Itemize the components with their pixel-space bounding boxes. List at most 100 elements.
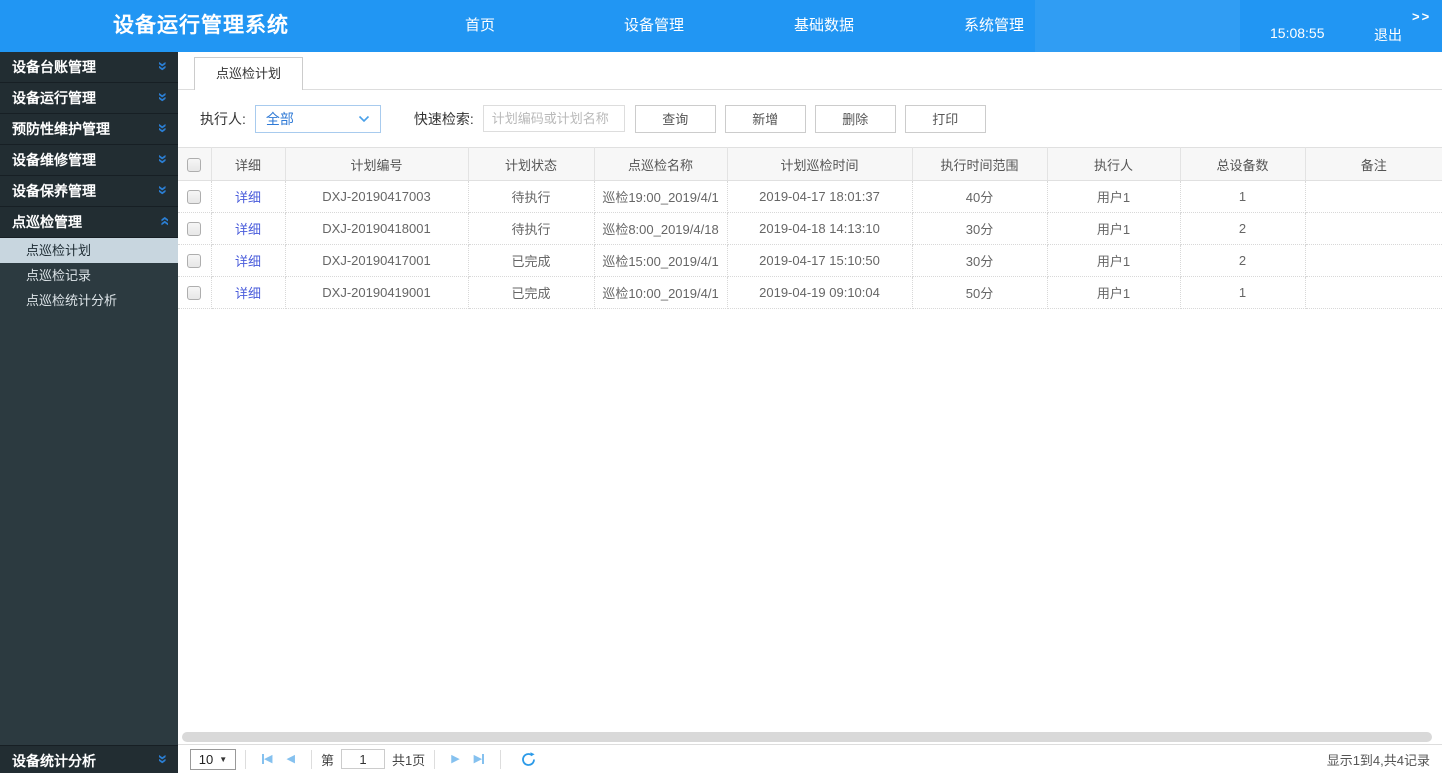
sidebar-item-inspection-plan[interactable]: 点巡检计划: [0, 238, 178, 263]
caret-down-icon: ▼: [219, 754, 228, 764]
table-empty-area: [178, 309, 1442, 730]
chevron-double-down-icon: »: [153, 92, 173, 102]
last-page-button[interactable]: ▶: [474, 753, 485, 765]
sidebar-group-label: 点巡检管理: [12, 214, 82, 230]
horizontal-scrollbar: [178, 730, 1442, 744]
nav-item-home[interactable]: 首页: [465, 0, 495, 52]
next-page-button[interactable]: ▶: [451, 753, 459, 765]
sidebar-group-label: 设备运行管理: [12, 90, 96, 106]
chevron-double-down-icon: »: [153, 154, 173, 164]
sidebar: 设备台账管理 » 设备运行管理 » 预防性维护管理 » 设备维修管理 » 设备保…: [0, 52, 178, 773]
row-checkbox[interactable]: [187, 286, 202, 301]
cell-name: 巡检15:00_2019/4/1: [594, 244, 728, 277]
executor-select-value: 全部: [265, 110, 294, 127]
sidebar-group-label: 设备统计分析: [12, 753, 96, 769]
col-header-range: 执行时间范围: [912, 147, 1048, 181]
sidebar-filler: [0, 313, 178, 745]
cell-plan-no: DXJ-20190419001: [285, 276, 469, 309]
cell-remark: [1305, 212, 1442, 245]
refresh-button[interactable]: [521, 751, 536, 767]
chevron-double-down-icon: »: [153, 123, 173, 133]
sidebar-group-statistics[interactable]: 设备统计分析 »: [0, 745, 178, 773]
main-content: 点巡检计划 执行人: 全部 快速检索: 查询 新增 删除 打印: [178, 52, 1442, 773]
sidebar-group-preventive[interactable]: 预防性维护管理 »: [0, 114, 178, 145]
tab-bar: 点巡检计划: [178, 52, 1442, 90]
cell-plan-no: DXJ-20190417001: [285, 244, 469, 277]
delete-button[interactable]: 删除: [814, 104, 896, 133]
cell-name: 巡检10:00_2019/4/1: [594, 276, 728, 309]
cell-range: 50分: [912, 276, 1048, 309]
sidebar-group-label: 预防性维护管理: [12, 121, 110, 137]
sidebar-group-ledger[interactable]: 设备台账管理 »: [0, 52, 178, 83]
cell-status: 待执行: [468, 212, 595, 245]
cell-status: 已完成: [468, 244, 595, 277]
detail-link[interactable]: 详细: [235, 254, 261, 269]
cell-time: 2019-04-17 15:10:50: [727, 244, 913, 277]
cell-count: 2: [1180, 212, 1306, 245]
collapse-sidebar-icon[interactable]: >>: [1412, 9, 1431, 24]
plans-table: 详细 计划编号 计划状态 点巡检名称 计划巡检时间 执行时间范围 执行人 总设备…: [178, 147, 1442, 309]
sidebar-group-repair[interactable]: 设备维修管理 »: [0, 145, 178, 176]
sidebar-group-inspection[interactable]: 点巡检管理 »: [0, 207, 178, 238]
cell-remark: [1305, 276, 1442, 309]
add-button[interactable]: 新增: [724, 104, 806, 133]
chevron-double-down-icon: »: [153, 61, 173, 71]
query-button[interactable]: 查询: [634, 104, 716, 133]
page-size-value: 10: [198, 751, 214, 767]
col-header-count: 总设备数: [1180, 147, 1306, 181]
print-button[interactable]: 打印: [904, 104, 986, 133]
cell-executor: 用户1: [1047, 244, 1181, 277]
page-size-select[interactable]: 10 ▼: [190, 748, 236, 770]
cell-range: 30分: [912, 244, 1048, 277]
sidebar-group-label: 设备维修管理: [12, 152, 96, 168]
col-header-detail: 详细: [211, 147, 286, 181]
logout-button[interactable]: 退出: [1374, 25, 1402, 45]
detail-link[interactable]: 详细: [235, 222, 261, 237]
detail-link[interactable]: 详细: [235, 190, 261, 205]
col-header-status: 计划状态: [468, 147, 595, 181]
executor-select[interactable]: 全部: [254, 104, 381, 133]
page-prefix-label: 第: [320, 752, 334, 768]
cell-time: 2019-04-17 18:01:37: [727, 180, 913, 213]
cell-executor: 用户1: [1047, 276, 1181, 309]
clock: 15:08:55: [1270, 25, 1325, 41]
sidebar-group-operation[interactable]: 设备运行管理 »: [0, 83, 178, 114]
nav-item-basedata[interactable]: 基础数据: [794, 0, 854, 52]
cell-count: 1: [1180, 180, 1306, 213]
cell-executor: 用户1: [1047, 212, 1181, 245]
cell-status: 待执行: [468, 180, 595, 213]
chevron-double-down-icon: »: [153, 185, 173, 195]
divider: [245, 749, 246, 769]
page-number-input[interactable]: [340, 749, 385, 769]
row-checkbox[interactable]: [187, 222, 202, 237]
table-row: 详细 DXJ-20190419001 已完成 巡检10:00_2019/4/1 …: [178, 276, 1442, 309]
table-row: 详细 DXJ-20190418001 待执行 巡检8:00_2019/4/18 …: [178, 212, 1442, 245]
detail-link[interactable]: 详细: [235, 286, 261, 301]
quick-search-input[interactable]: [482, 105, 625, 132]
sidebar-group-label: 设备台账管理: [12, 59, 96, 75]
col-header-remark: 备注: [1305, 147, 1442, 181]
cell-plan-no: DXJ-20190418001: [285, 212, 469, 245]
cell-plan-no: DXJ-20190417003: [285, 180, 469, 213]
sidebar-item-inspection-record[interactable]: 点巡检记录: [0, 263, 178, 288]
cell-time: 2019-04-19 09:10:04: [727, 276, 913, 309]
sidebar-item-inspection-stats[interactable]: 点巡检统计分析: [0, 288, 178, 313]
tab-inspection-plan[interactable]: 点巡检计划: [194, 57, 304, 90]
nav-item-system[interactable]: 系统管理: [964, 0, 1024, 52]
prev-page-button[interactable]: ◀: [286, 753, 294, 765]
horizontal-scrollbar-thumb[interactable]: [182, 732, 1432, 742]
sidebar-group-label: 设备保养管理: [12, 183, 96, 199]
app-title: 设备运行管理系统: [113, 14, 289, 37]
row-checkbox[interactable]: [187, 190, 202, 205]
select-all-checkbox[interactable]: [187, 157, 202, 172]
nav-item-equipment[interactable]: 设备管理: [624, 0, 684, 52]
refresh-icon: [522, 751, 536, 766]
cell-range: 40分: [912, 180, 1048, 213]
first-page-button[interactable]: ◀: [262, 753, 272, 765]
sidebar-group-maintenance[interactable]: 设备保养管理 »: [0, 176, 178, 207]
filter-bar: 执行人: 全部 快速检索: 查询 新增 删除 打印: [178, 90, 1442, 147]
table-row: 详细 DXJ-20190417003 待执行 巡检19:00_2019/4/1 …: [178, 180, 1442, 213]
table-row: 详细 DXJ-20190417001 已完成 巡检15:00_2019/4/1 …: [178, 244, 1442, 277]
row-checkbox[interactable]: [187, 254, 202, 269]
executor-label: 执行人:: [200, 110, 246, 127]
